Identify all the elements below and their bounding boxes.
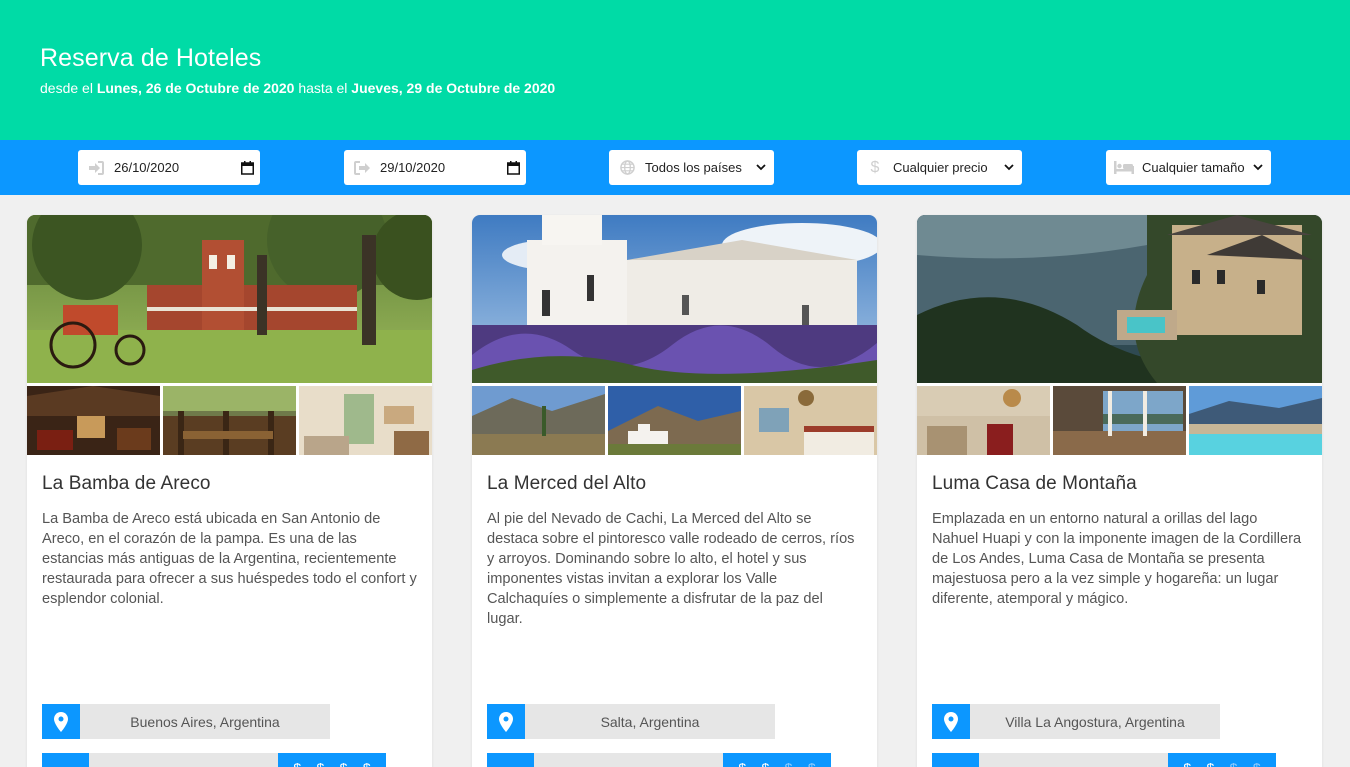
checkin-date-field[interactable]: 26/10/2020 — [78, 150, 260, 185]
hotel-thumbnail[interactable] — [608, 386, 741, 455]
chevron-down-icon — [1245, 164, 1271, 171]
hotel-thumbnail[interactable] — [1053, 386, 1186, 455]
price-level-3-icon: $ — [340, 760, 348, 767]
hotel-thumbnail[interactable] — [1189, 386, 1322, 455]
chevron-down-icon — [996, 164, 1022, 171]
price-rating: $ $ $ $ — [723, 753, 831, 767]
hotel-thumbnail[interactable] — [27, 386, 160, 455]
hotel-info-row: $ $ $ $ — [42, 753, 386, 767]
hotel-description: La Bamba de Areco está ubicada en San An… — [42, 511, 417, 607]
subtitle-prefix: desde el — [40, 80, 93, 96]
filter-bar: 26/10/2020 29/10/2020 Todos los países $… — [0, 140, 1350, 195]
bed-icon — [1106, 161, 1142, 174]
hotel-description: Al pie del Nevado de Cachi, La Merced de… — [487, 511, 855, 627]
globe-icon — [609, 160, 645, 175]
rooms-label — [89, 753, 278, 767]
price-select-value: Cualquier precio — [893, 160, 988, 175]
calendar-icon[interactable] — [500, 160, 526, 175]
hotel-info-row: $ $ $ $ — [932, 753, 1276, 767]
hotel-card[interactable]: Luma Casa de Montaña Emplazada en un ent… — [917, 215, 1322, 767]
hero-header: Reserva de Hoteles desde el Lunes, 26 de… — [0, 0, 1350, 140]
price-level-4-icon: $ — [363, 760, 371, 767]
country-select[interactable]: Todos los países — [609, 150, 774, 185]
page-title: Reserva de Hoteles — [40, 44, 262, 72]
calendar-icon[interactable] — [234, 160, 260, 175]
hotel-name[interactable]: Luma Casa de Montaña — [932, 473, 1137, 495]
rooms-label — [979, 753, 1168, 767]
dollar-icon: $ — [870, 158, 880, 176]
hotel-card[interactable]: La Merced del Alto Al pie del Nevado de … — [472, 215, 877, 767]
price-level-1-icon: $ — [1183, 760, 1191, 767]
hotel-thumbnail[interactable] — [299, 386, 432, 455]
rooms-icon — [487, 753, 534, 767]
hotel-main-photo — [917, 215, 1322, 383]
hotel-thumbnail[interactable] — [472, 386, 605, 455]
country-select-value: Todos los países — [645, 160, 742, 175]
hotel-name[interactable]: La Bamba de Areco — [42, 473, 211, 495]
price-level-1-icon: $ — [738, 760, 746, 767]
rooms-label — [534, 753, 723, 767]
hotel-location-label: Salta, Argentina — [525, 704, 775, 739]
price-level-2-icon: $ — [1207, 760, 1215, 767]
checkout-date-field[interactable]: 29/10/2020 — [344, 150, 526, 185]
price-level-4-icon: $ — [808, 760, 816, 767]
hotel-location: Villa La Angostura, Argentina — [932, 704, 1220, 739]
price-level-2-icon: $ — [317, 760, 325, 767]
price-level-2-icon: $ — [762, 760, 770, 767]
chevron-down-icon — [748, 164, 774, 171]
hotel-name[interactable]: La Merced del Alto — [487, 473, 646, 495]
subtitle-middle: hasta el — [298, 80, 348, 96]
size-select[interactable]: Cualquier tamaño — [1106, 150, 1271, 185]
price-rating: $ $ $ $ — [278, 753, 386, 767]
hotel-main-photo — [472, 215, 877, 383]
hotel-card[interactable]: La Bamba de Areco La Bamba de Areco está… — [27, 215, 432, 767]
map-marker-icon — [42, 704, 80, 739]
hotel-main-photo — [27, 215, 432, 383]
hotel-location: Buenos Aires, Argentina — [42, 704, 330, 739]
map-marker-icon — [932, 704, 970, 739]
map-marker-icon — [487, 704, 525, 739]
sign-out-icon — [344, 160, 380, 175]
price-level-3-icon: $ — [785, 760, 793, 767]
rooms-icon — [932, 753, 979, 767]
subtitle-date-to: Jueves, 29 de Octubre de 2020 — [351, 80, 556, 96]
price-level-3-icon: $ — [1230, 760, 1238, 767]
price-level-4-icon: $ — [1253, 760, 1261, 767]
price-select[interactable]: $ Cualquier precio — [857, 150, 1022, 185]
hotel-location: Salta, Argentina — [487, 704, 775, 739]
subtitle-date-from: Lunes, 26 de Octubre de 2020 — [96, 80, 295, 96]
hotel-thumbnail[interactable] — [744, 386, 877, 455]
hotel-location-label: Villa La Angostura, Argentina — [970, 704, 1220, 739]
hotel-description: Emplazada en un entorno natural a orilla… — [932, 511, 1302, 607]
date-range-subtitle: desde el Lunes, 26 de Octubre de 2020 ha… — [40, 80, 555, 96]
sign-in-icon — [78, 160, 114, 175]
price-level-1-icon: $ — [293, 760, 301, 767]
hotel-thumbnail[interactable] — [917, 386, 1050, 455]
hotel-info-row: $ $ $ $ — [487, 753, 831, 767]
checkout-date-value: 29/10/2020 — [380, 160, 446, 175]
checkin-date-value: 26/10/2020 — [114, 160, 180, 175]
hotel-location-label: Buenos Aires, Argentina — [80, 704, 330, 739]
price-rating: $ $ $ $ — [1168, 753, 1276, 767]
size-select-value: Cualquier tamaño — [1142, 160, 1245, 175]
hotel-thumbnail[interactable] — [163, 386, 296, 455]
rooms-icon — [42, 753, 89, 767]
